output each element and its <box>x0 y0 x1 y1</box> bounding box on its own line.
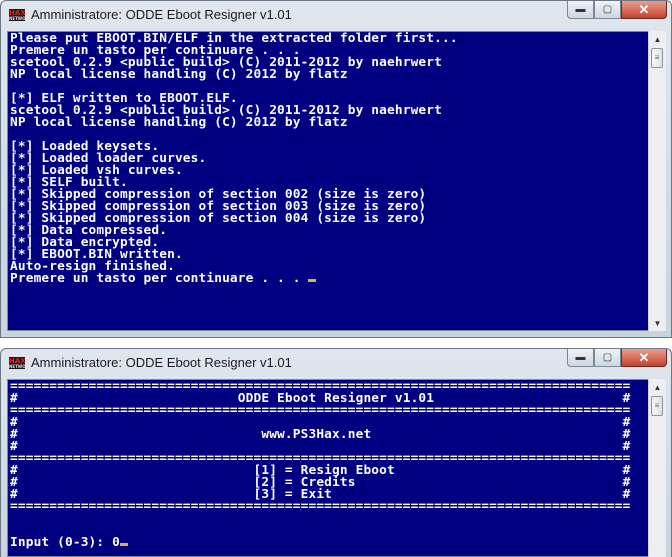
title-bar[interactable]: HAXNETWORK Amministratore: ODDE Eboot Re… <box>1 349 671 376</box>
text-cursor <box>119 543 128 546</box>
minimize-button[interactable]: ▬ <box>567 1 594 19</box>
scroll-down-arrow-icon[interactable]: ▼ <box>649 315 666 331</box>
close-button[interactable]: ✕ <box>621 1 667 19</box>
console-output[interactable]: Please put EBOOT.BIN/ELF in the extracte… <box>7 31 649 331</box>
console-line: NP local license handling (C) 2012 by fl… <box>10 115 348 130</box>
window-title: Amministratore: ODDE Eboot Resigner v1.0… <box>31 355 292 370</box>
console-menu[interactable]: ========================================… <box>7 379 649 557</box>
maximize-icon: ▢ <box>602 352 613 363</box>
scroll-up-arrow-icon[interactable]: ▲ <box>649 31 666 47</box>
console-window-top: HAXNETWORK Amministratore: ODDE Eboot Re… <box>0 0 672 338</box>
minimize-icon: ▬ <box>575 352 586 363</box>
close-icon: ✕ <box>638 349 650 365</box>
console-window-bottom: HAXNETWORK Amministratore: ODDE Eboot Re… <box>0 348 672 557</box>
maximize-icon: ▢ <box>602 4 613 15</box>
minimize-button[interactable]: ▬ <box>567 349 594 367</box>
close-icon: ✕ <box>638 1 650 17</box>
close-button[interactable]: ✕ <box>621 349 667 367</box>
minimize-icon: ▬ <box>575 4 586 15</box>
title-bar[interactable]: HAXNETWORK Amministratore: ODDE Eboot Re… <box>1 1 671 28</box>
console-text: ========================================… <box>8 380 648 550</box>
scroll-thumb[interactable]: ≡ <box>651 48 663 68</box>
window-title: Amministratore: ODDE Eboot Resigner v1.0… <box>31 7 292 22</box>
console-prompt: Input (0-3): 0 <box>10 535 120 550</box>
vertical-scrollbar[interactable]: ▲ ≡ <box>648 379 666 557</box>
console-line: ========================================… <box>10 499 631 514</box>
hax-app-icon: HAXNETWORK <box>9 9 25 21</box>
maximize-button[interactable]: ▢ <box>594 1 621 19</box>
console-prompt: Premere un tasto per continuare . . . <box>10 271 309 286</box>
maximize-button[interactable]: ▢ <box>594 349 621 367</box>
console-line: NP local license handling (C) 2012 by fl… <box>10 67 348 82</box>
scroll-thumb[interactable]: ≡ <box>651 396 663 416</box>
text-cursor <box>308 279 317 282</box>
hax-app-icon: HAXNETWORK <box>9 357 25 369</box>
vertical-scrollbar[interactable]: ▲ ≡ ▼ <box>648 31 666 331</box>
console-text: Please put EBOOT.BIN/ELF in the extracte… <box>8 32 648 286</box>
scroll-up-arrow-icon[interactable]: ▲ <box>649 379 666 395</box>
